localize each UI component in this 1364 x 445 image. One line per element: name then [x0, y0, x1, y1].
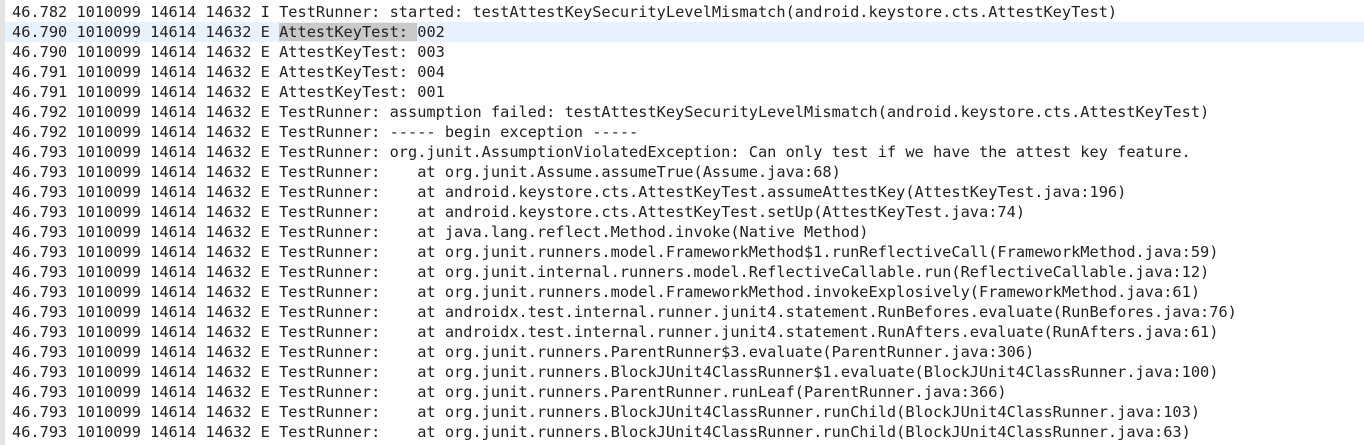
log-line-current[interactable]: 46.790 1010099 14614 14632 E AttestKeyTe…	[5, 22, 1364, 42]
log-line[interactable]: 46.793 1010099 14614 14632 E TestRunner:…	[12, 322, 1364, 342]
log-line[interactable]: 46.792 1010099 14614 14632 E TestRunner:…	[12, 102, 1364, 122]
log-line[interactable]: 46.793 1010099 14614 14632 E TestRunner:…	[12, 402, 1364, 422]
log-line[interactable]: 46.793 1010099 14614 14632 E TestRunner:…	[12, 262, 1364, 282]
editor-gutter	[0, 0, 5, 445]
log-line[interactable]: 46.793 1010099 14614 14632 E TestRunner:…	[12, 242, 1364, 262]
log-line[interactable]: 46.793 1010099 14614 14632 E TestRunner:…	[12, 362, 1364, 382]
log-line[interactable]: 46.791 1010099 14614 14632 E AttestKeyTe…	[12, 82, 1364, 102]
text-selection: AttestKeyTest:	[279, 23, 418, 41]
log-line[interactable]: 46.793 1010099 14614 14632 E TestRunner:…	[12, 282, 1364, 302]
log-line[interactable]: 46.793 1010099 14614 14632 E TestRunner:…	[12, 162, 1364, 182]
log-line[interactable]: 46.792 1010099 14614 14632 E TestRunner:…	[12, 122, 1364, 142]
log-line-text: 002	[417, 23, 445, 41]
log-line[interactable]: 46.793 1010099 14614 14632 E TestRunner:…	[12, 422, 1364, 442]
log-line[interactable]: 46.790 1010099 14614 14632 E AttestKeyTe…	[12, 42, 1364, 62]
log-line[interactable]: 46.793 1010099 14614 14632 E TestRunner:…	[12, 382, 1364, 402]
log-line[interactable]: 46.793 1010099 14614 14632 E TestRunner:…	[12, 142, 1364, 162]
log-line[interactable]: 46.793 1010099 14614 14632 E TestRunner:…	[12, 222, 1364, 242]
log-line[interactable]: 46.782 1010099 14614 14632 I TestRunner:…	[12, 2, 1364, 22]
log-lines: 46.782 1010099 14614 14632 I TestRunner:…	[5, 2, 1364, 442]
log-line[interactable]: 46.791 1010099 14614 14632 E AttestKeyTe…	[12, 62, 1364, 82]
log-line[interactable]: 46.793 1010099 14614 14632 E TestRunner:…	[12, 342, 1364, 362]
log-line[interactable]: 46.793 1010099 14614 14632 E TestRunner:…	[12, 182, 1364, 202]
log-line-text: 46.790 1010099 14614 14632 E	[12, 23, 280, 41]
log-line[interactable]: 46.793 1010099 14614 14632 E TestRunner:…	[12, 202, 1364, 222]
log-line[interactable]: 46.793 1010099 14614 14632 E TestRunner:…	[12, 302, 1364, 322]
log-text-area[interactable]: 46.782 1010099 14614 14632 I TestRunner:…	[0, 0, 1364, 445]
